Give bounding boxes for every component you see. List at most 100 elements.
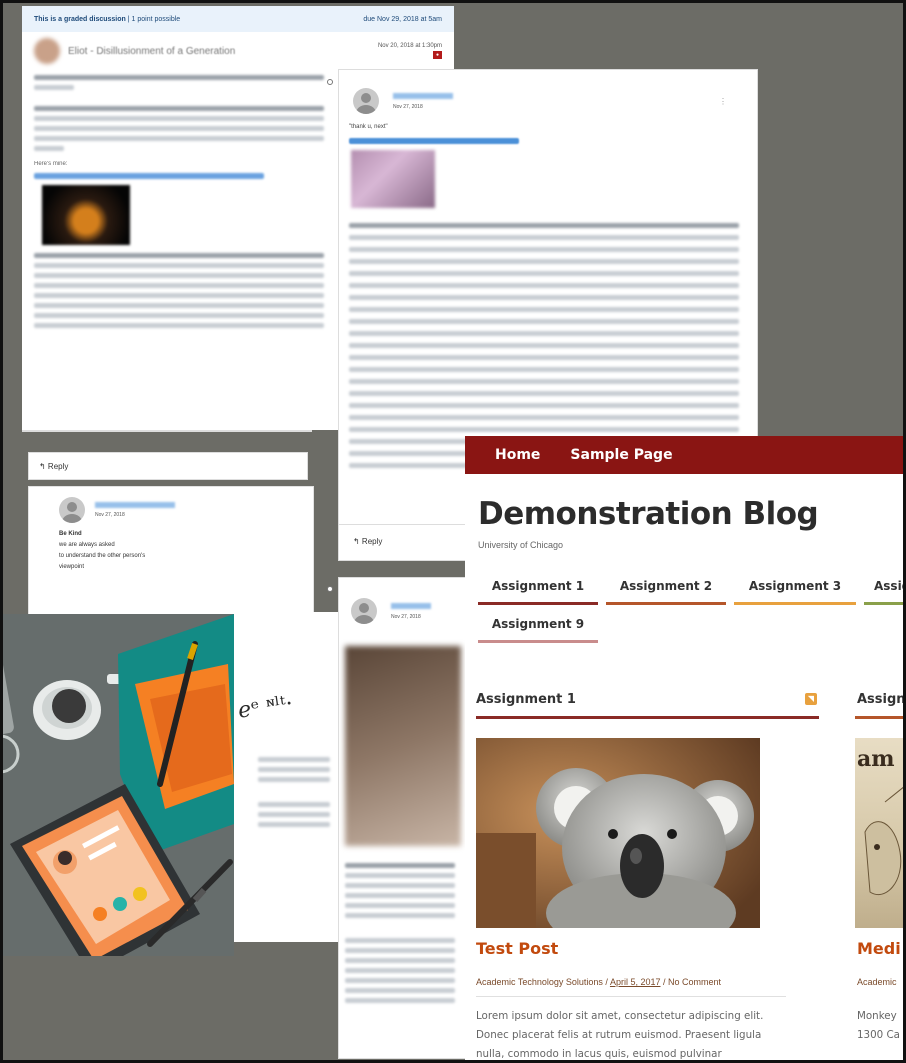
blurred-text: [34, 106, 324, 111]
unread-badge: ●: [432, 51, 442, 59]
discussion-timestamp: Nov 20, 2018 at 1:30pm: [377, 43, 442, 49]
comment-header: Nov 27, 2018: [29, 487, 313, 523]
blurred-text: [34, 85, 74, 90]
post-date[interactable]: April 5, 2017: [610, 977, 661, 987]
blurred-text: [349, 247, 739, 252]
nav-sample-page-link[interactable]: Sample Page: [570, 447, 672, 463]
discussion-title[interactable]: Eliot - Disillusionment of a Generation: [68, 46, 235, 57]
blurred-text: [345, 958, 455, 963]
comment-card: Nov 27, 2018 Be Kind we are always asked…: [28, 486, 314, 618]
excerpt-line: Monkey: [857, 1010, 897, 1022]
video-thumbnail[interactable]: [42, 185, 130, 245]
post-comments[interactable]: No Comment: [668, 977, 721, 987]
tab-assignment-2[interactable]: Assignment 2: [606, 573, 726, 605]
blurred-text: [34, 253, 324, 258]
tab-assignment-1[interactable]: Assignment 1: [478, 573, 598, 605]
site-title[interactable]: Demonstration Blog: [478, 496, 906, 532]
comment-card: Nov 27, 2018: [338, 577, 470, 1059]
tab-assignment-3[interactable]: Assignment 3: [734, 573, 856, 605]
blurred-text: [345, 938, 455, 943]
blurred-text: [349, 343, 739, 348]
post-title[interactable]: Test Post: [476, 939, 558, 958]
blurred-text: [345, 998, 455, 1003]
top-navigation: Home Sample Page: [465, 436, 906, 474]
post-title-2[interactable]: Medi: [857, 939, 901, 958]
discussion-header: Eliot - Disillusionment of a Generation …: [22, 32, 454, 70]
more-options-icon[interactable]: ⋮: [719, 97, 727, 106]
blurred-text: [345, 903, 455, 908]
post-meta: Academic Technology Solutions / April 5,…: [476, 977, 722, 987]
user-avatar-icon: [59, 497, 85, 523]
rss-feed-icon[interactable]: ◥: [805, 693, 817, 705]
comment-line: viewpoint: [59, 564, 85, 570]
blurred-text: [349, 415, 739, 420]
comment-line: to understand the other person's: [59, 553, 146, 559]
blurred-text: [345, 863, 455, 868]
blurred-text: [258, 822, 330, 827]
post-author[interactable]: Academic Technology Solutions: [476, 977, 603, 987]
comment-header: Nov 27, 2018 ⋮: [339, 70, 757, 114]
graded-label: This is a graded discussion: [34, 15, 126, 23]
medieval-manuscript-image[interactable]: am: [855, 738, 906, 928]
blurred-text: [349, 391, 739, 396]
blurred-text: [349, 355, 739, 360]
blurred-text: [345, 988, 455, 993]
background-page-fragment: [234, 612, 338, 942]
blurred-text: [34, 273, 324, 278]
blurred-text: [349, 295, 739, 300]
post-meta-2: Academic: [857, 977, 897, 987]
blurred-text: [345, 883, 455, 888]
thread-dot: [327, 586, 333, 592]
video-thumbnail[interactable]: [351, 150, 435, 208]
blurred-text: [345, 893, 455, 898]
tab-assignment-9[interactable]: Assignment 9: [478, 611, 598, 643]
blurred-text: [345, 948, 455, 953]
nav-home-link[interactable]: Home: [495, 447, 540, 463]
comment-quote: "thank u, next": [349, 124, 388, 130]
comment-author[interactable]: [95, 502, 175, 508]
manuscript-drawing: [864, 784, 906, 895]
blurred-text: [345, 913, 455, 918]
comment-author[interactable]: [391, 602, 431, 609]
comment-image[interactable]: [345, 646, 461, 846]
blurred-text: [34, 136, 324, 141]
blurred-text: [258, 767, 330, 772]
desk-illustration-svg: [0, 614, 234, 956]
blurred-text: [349, 271, 739, 276]
tab-assignment-4[interactable]: Assig: [864, 573, 906, 605]
post-excerpt-2: Monkey 1300 Ca: [857, 1007, 906, 1045]
column-heading[interactable]: Assignment 1: [476, 692, 576, 707]
post-excerpt: Lorem ipsum dolor sit amet, consectetur …: [476, 1010, 764, 1060]
graded-banner: This is a graded discussion | 1 point po…: [22, 6, 454, 32]
blurred-text: [345, 873, 455, 878]
column-heading-2[interactable]: Assign: [857, 692, 906, 707]
blurred-text: [349, 223, 739, 228]
blurred-text: [258, 812, 330, 817]
video-link[interactable]: [349, 138, 519, 144]
blurred-text: [34, 323, 324, 328]
blurred-text: [345, 978, 455, 983]
due-date: due Nov 29, 2018 at 5am: [363, 15, 442, 23]
column-underline-2: [855, 716, 906, 719]
comment-date: Nov 27, 2018: [393, 103, 423, 110]
blurred-text: [349, 403, 739, 408]
blurred-text: [34, 126, 324, 131]
blurred-text: [34, 146, 64, 151]
blurred-text: [34, 293, 324, 298]
comment-line: Be Kind: [59, 531, 82, 537]
blurred-text: [34, 313, 324, 318]
comment-author[interactable]: [393, 92, 453, 99]
user-avatar-icon: [353, 88, 379, 114]
comment-date: Nov 27, 2018: [391, 613, 421, 620]
blog-page: Home Sample Page Demonstration Blog Univ…: [465, 436, 906, 1063]
blurred-text: [34, 263, 324, 268]
blurred-text: [349, 319, 739, 324]
reply-button[interactable]: ↰ Reply: [28, 452, 308, 480]
discussion-date: Nov 20, 2018 at 1:30pm ●: [378, 43, 442, 59]
comment-date: Nov 27, 2018: [95, 512, 125, 518]
blurred-text: [258, 777, 330, 782]
song-link[interactable]: [34, 173, 264, 179]
koala-image[interactable]: [476, 738, 760, 928]
koala-photo: [476, 738, 760, 928]
column-underline: [476, 716, 819, 719]
